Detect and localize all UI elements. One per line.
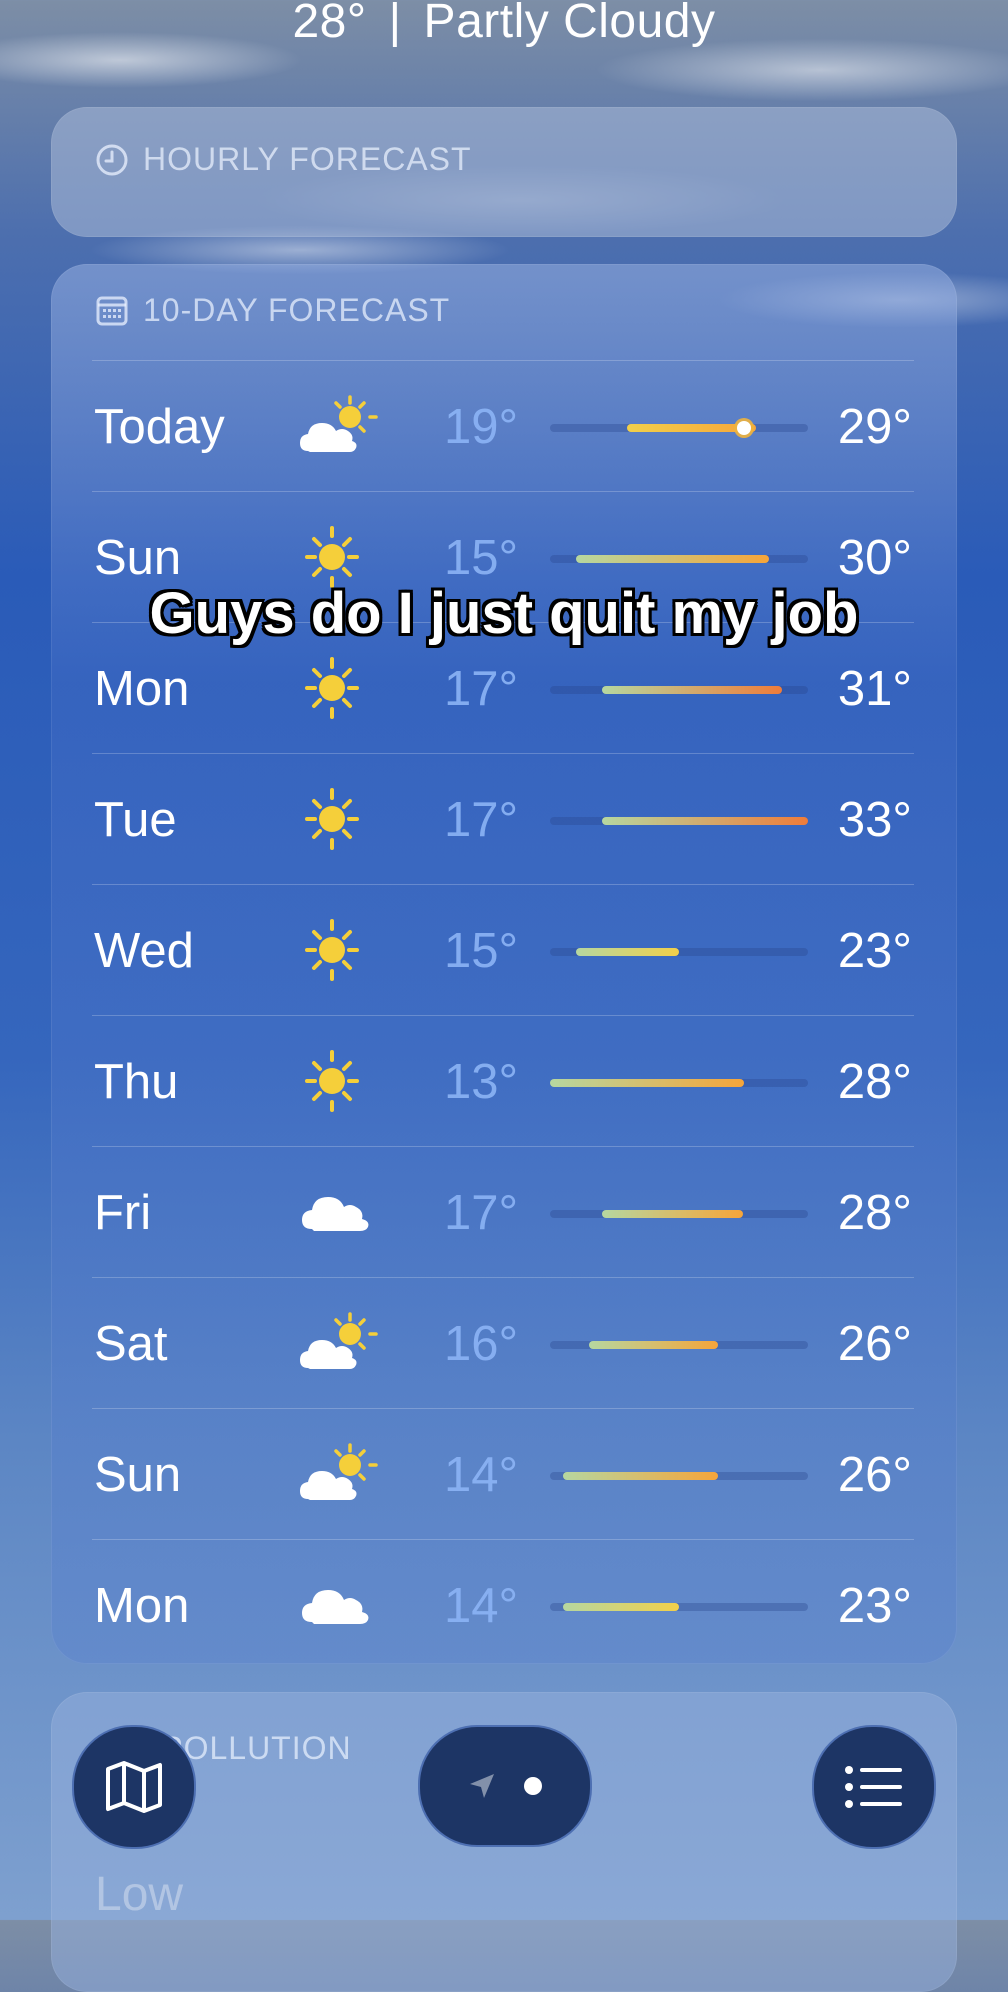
temperature-range-bar: [550, 1210, 808, 1218]
forecast-low: 19°: [444, 400, 519, 454]
temperature-range-fill: [575, 948, 679, 956]
current-temperature-dot: [736, 421, 751, 435]
forecast-high: 31°: [837, 662, 912, 716]
locations-list-button[interactable]: [812, 1725, 936, 1849]
forecast-high: 23°: [837, 924, 912, 978]
forecast-low: 16°: [444, 1317, 519, 1371]
list-icon: [845, 1766, 902, 1808]
forecast-high: 28°: [837, 1055, 912, 1109]
forecast-day: Sun: [94, 531, 182, 585]
hourly-forecast-card[interactable]: HOURLY FORECAST: [51, 107, 957, 237]
forecast-day: Sat: [94, 1317, 168, 1371]
temperature-range-bar: [550, 948, 808, 956]
forecast-row[interactable]: Tue 17° 33°: [92, 753, 914, 884]
page-dot[interactable]: [524, 1777, 542, 1795]
temperature-range-fill: [588, 1341, 718, 1349]
sun-icon: [298, 1046, 378, 1116]
forecast-day: Mon: [94, 662, 190, 716]
temperature-range-bar: [550, 1472, 808, 1480]
partly-cloudy-icon: [298, 391, 378, 461]
forecast-day: Today: [94, 400, 225, 454]
forecast-low: 15°: [444, 924, 519, 978]
temperature-range-fill: [550, 1079, 744, 1087]
map-icon: [106, 1761, 162, 1813]
temperature-range-bar: [550, 686, 808, 694]
forecast-day: Fri: [94, 1186, 152, 1240]
location-arrow-icon: [470, 1774, 494, 1798]
sun-icon: [298, 915, 378, 985]
cloud-icon: [298, 1177, 378, 1247]
forecast-row[interactable]: Thu 13° 28°: [92, 1015, 914, 1146]
video-caption: Guys do I just quit my job: [149, 581, 859, 646]
temperature-range-bar: [550, 421, 808, 435]
forecast-low: 17°: [444, 793, 519, 847]
temperature-range-fill: [601, 817, 808, 825]
forecast-row[interactable]: Today 19° 29°: [92, 360, 914, 491]
forecast-day: Tue: [94, 793, 177, 847]
location-page-indicator[interactable]: [418, 1725, 592, 1847]
forecast-low: 15°: [444, 531, 519, 585]
temperature-range-bar: [550, 1079, 808, 1087]
forecast-day: Thu: [94, 1055, 179, 1109]
forecast-low: 17°: [444, 662, 519, 716]
ten-day-forecast-header: 10-DAY FORECAST: [95, 292, 450, 329]
forecast-high: 26°: [837, 1448, 912, 1502]
hourly-forecast-title: HOURLY FORECAST: [143, 141, 472, 177]
temperature-range-bar: [550, 817, 808, 825]
separator: |: [388, 0, 402, 48]
clock-icon: [96, 144, 128, 175]
temperature-range-bar: [550, 1341, 808, 1349]
map-button[interactable]: [72, 1725, 196, 1849]
forecast-row[interactable]: Mon 14° 23°: [92, 1539, 914, 1670]
forecast-low: 14°: [444, 1579, 519, 1633]
temperature-range-fill: [562, 1472, 718, 1480]
forecast-row[interactable]: Fri 17° 28°: [92, 1146, 914, 1277]
forecast-day: Sun: [94, 1448, 182, 1502]
forecast-low: 14°: [444, 1448, 519, 1502]
partly-cloudy-icon: [298, 1439, 378, 1509]
temperature-range-bar: [550, 555, 808, 563]
cloud-icon: [298, 1570, 378, 1640]
forecast-low: 13°: [444, 1055, 519, 1109]
ten-day-forecast-title: 10-DAY FORECAST: [143, 292, 451, 328]
sun-icon: [298, 653, 378, 723]
forecast-low: 17°: [444, 1186, 519, 1240]
current-conditions: 28° | Partly Cloudy: [0, 0, 1008, 49]
forecast-row[interactable]: Wed 15° 23°: [92, 884, 914, 1015]
forecast-day: Mon: [94, 1579, 190, 1633]
temperature-range-fill: [601, 686, 783, 694]
forecast-row[interactable]: Sat 16° 26°: [92, 1277, 914, 1408]
forecast-high: 26°: [837, 1317, 912, 1371]
temperature-range-fill: [601, 1210, 744, 1218]
current-condition: Partly Cloudy: [423, 0, 716, 48]
temperature-range-bar: [550, 1603, 808, 1611]
air-pollution-level: Low: [95, 1868, 184, 1921]
forecast-high: 33°: [837, 793, 912, 847]
forecast-high: 23°: [837, 1579, 912, 1633]
forecast-list: Today 19° 29° Sun 15° 30° Mon 17° 31° Tue 17° 33° We…: [92, 360, 914, 1670]
forecast-row[interactable]: Sun 14° 26°: [92, 1408, 914, 1539]
sun-icon: [298, 784, 378, 854]
hourly-forecast-header: HOURLY FORECAST: [95, 141, 472, 178]
ten-day-forecast-card[interactable]: 10-DAY FORECAST Today 19° 29° Sun 15° 30° Mon 1…: [51, 264, 957, 1664]
temperature-range-fill: [575, 555, 770, 563]
forecast-high: 29°: [837, 400, 912, 454]
forecast-day: Wed: [94, 924, 194, 978]
partly-cloudy-icon: [298, 1308, 378, 1378]
current-temperature: 28°: [292, 0, 367, 48]
temperature-range-fill: [562, 1603, 679, 1611]
forecast-high: 28°: [837, 1186, 912, 1240]
forecast-high: 30°: [837, 531, 912, 585]
calendar-icon: [96, 296, 128, 325]
